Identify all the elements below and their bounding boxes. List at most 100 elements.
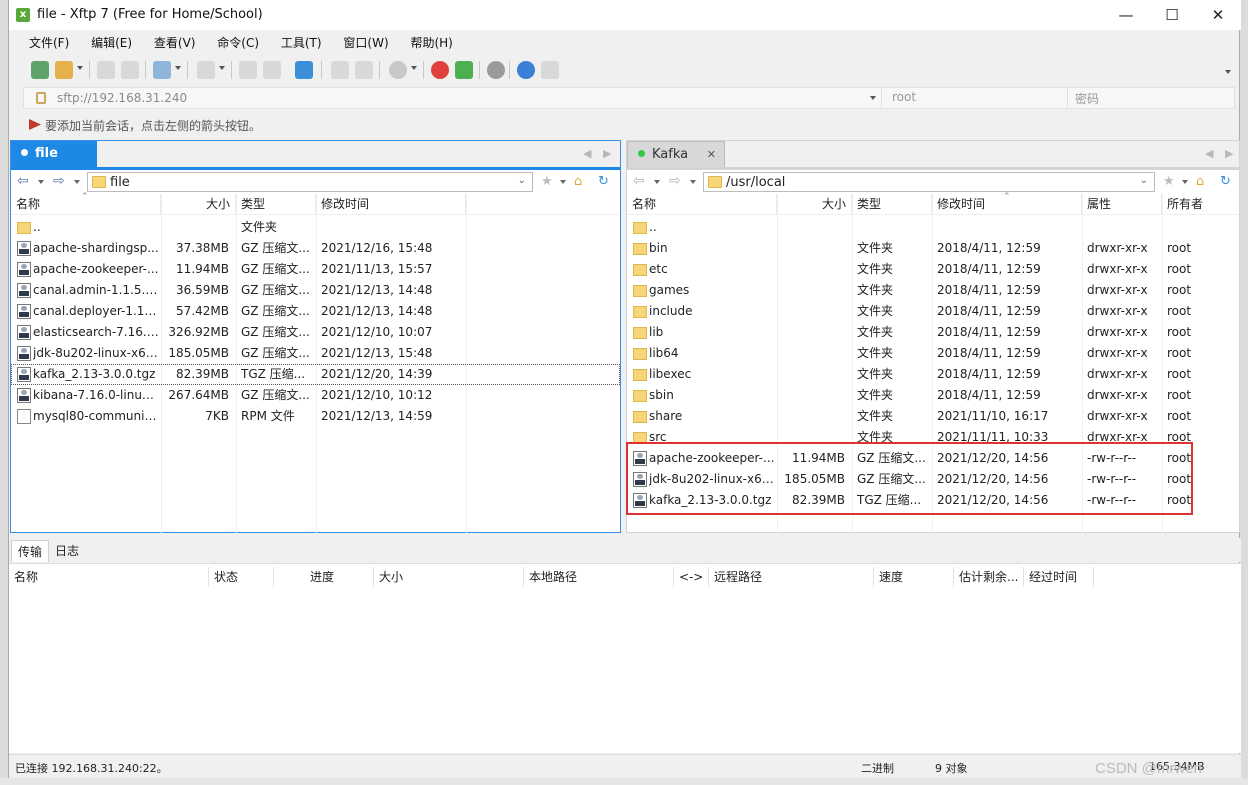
menu-tools[interactable]: 工具(T) <box>275 32 328 54</box>
xftp-icon[interactable] <box>455 61 473 79</box>
forward-arrow-icon[interactable]: ⇨ <box>669 173 681 189</box>
file-row[interactable]: src 文件夹 2021/11/11, 10:33 drwxr-xr-x root <box>627 427 1239 448</box>
xfer-col-progress[interactable]: 进度 <box>274 567 374 587</box>
tab-next-icon[interactable]: ▶ <box>603 147 611 160</box>
xfer-col-status[interactable]: 状态 <box>209 567 274 587</box>
file-row[interactable]: include 文件夹 2018/4/11, 12:59 drwxr-xr-x root <box>627 301 1239 322</box>
chevron-down-icon[interactable]: ⌄ <box>518 175 526 186</box>
remote-nav-bar: ⇦ ⇨ /usr/local ⌄ ★ ⌂ ↻ <box>627 170 1239 194</box>
file-row[interactable]: etc 文件夹 2018/4/11, 12:59 drwxr-xr-x root <box>627 259 1239 280</box>
menu-view[interactable]: 查看(V) <box>148 32 202 54</box>
favorite-star-icon[interactable]: ★ <box>541 174 553 189</box>
disconnect-icon[interactable] <box>121 61 139 79</box>
chevron-down-icon[interactable]: ⌄ <box>1140 175 1148 186</box>
home-folder-icon[interactable]: ⌂ <box>574 174 582 189</box>
xfer-col-remote-path[interactable]: 远程路径 <box>709 567 874 587</box>
file-row[interactable]: apache-zookeeper-... 11.94MB GZ 压缩文... 2021… <box>627 448 1239 469</box>
file-row[interactable]: mysql80-communit... 7KB RPM 文件 2021/12/13, … <box>11 406 620 427</box>
file-row[interactable]: .. <box>627 217 1239 238</box>
address-input[interactable]: sftp://192.168.31.240 <box>57 91 187 105</box>
file-row[interactable]: jdk-8u202-linux-x64... 185.05MB GZ 压缩文... 2… <box>627 469 1239 490</box>
file-row[interactable]: games 文件夹 2018/4/11, 12:59 drwxr-xr-x root <box>627 280 1239 301</box>
menu-file[interactable]: 文件(F) <box>23 32 75 54</box>
xfer-col-local-path[interactable]: 本地路径 <box>524 567 674 587</box>
xfer-col-elapsed[interactable]: 经过时间 <box>1024 567 1094 587</box>
col-owner[interactable]: 所有者 <box>1162 194 1241 215</box>
tab-local-file[interactable]: file <box>11 141 97 167</box>
xfer-col-direction[interactable]: <-> <box>674 567 709 587</box>
menu-help[interactable]: 帮助(H) <box>404 32 458 54</box>
col-name[interactable]: 名称 <box>627 194 777 215</box>
new-tab-icon[interactable] <box>153 61 171 79</box>
address-dropdown-icon[interactable] <box>870 96 876 100</box>
col-modified[interactable]: 修改时间 <box>316 194 466 215</box>
close-button[interactable]: ✕ <box>1195 0 1241 30</box>
new-session-icon[interactable] <box>31 61 49 79</box>
forward-arrow-icon[interactable]: ⇨ <box>53 173 65 189</box>
file-row[interactable]: lib 文件夹 2018/4/11, 12:59 drwxr-xr-x root <box>627 322 1239 343</box>
file-row[interactable]: lib64 文件夹 2018/4/11, 12:59 drwxr-xr-x root <box>627 343 1239 364</box>
sync-arrows-icon[interactable] <box>295 61 313 79</box>
back-arrow-icon[interactable]: ⇦ <box>633 173 645 189</box>
tab-prev-icon[interactable]: ◀ <box>583 147 591 160</box>
col-type[interactable]: 类型 <box>236 194 316 215</box>
file-row[interactable]: apache-shardingsp... 37.38MB GZ 压缩文... 2021… <box>11 238 620 259</box>
tab-prev-icon[interactable]: ◀ <box>1205 147 1213 160</box>
tab-transfers[interactable]: 传输 <box>11 540 50 562</box>
back-arrow-icon[interactable]: ⇦ <box>17 173 29 189</box>
xshell-icon[interactable] <box>431 61 449 79</box>
file-row[interactable]: kibana-7.16.0-linux-... 267.64MB GZ 压缩文...… <box>11 385 620 406</box>
remote-path-input[interactable]: /usr/local ⌄ <box>703 172 1155 192</box>
file-row[interactable]: canal.deployer-1.1.... 57.42MB GZ 压缩文... 20… <box>11 301 620 322</box>
settings-gear-icon[interactable] <box>487 61 505 79</box>
maximize-button[interactable]: ☐ <box>1149 0 1195 30</box>
download-icon[interactable] <box>263 61 281 79</box>
menu-window[interactable]: 窗口(W) <box>337 32 394 54</box>
add-session-arrow-icon[interactable] <box>29 119 41 130</box>
tab-log[interactable]: 日志 <box>49 540 85 562</box>
chat-icon[interactable] <box>541 61 559 79</box>
col-size[interactable]: 大小 <box>777 194 852 215</box>
tab-close-icon[interactable]: ✕ <box>707 142 716 168</box>
xfer-col-speed[interactable]: 速度 <box>874 567 954 587</box>
connect-icon[interactable] <box>97 61 115 79</box>
xfer-col-eta[interactable]: 估计剩余... <box>954 567 1024 587</box>
username-field[interactable]: root <box>881 88 1067 108</box>
file-row[interactable]: jdk-8u202-linux-x64... 185.05MB GZ 压缩文... 2… <box>11 343 620 364</box>
xfer-col-name[interactable]: 名称 <box>9 567 209 587</box>
col-attributes[interactable]: 属性 <box>1082 194 1162 215</box>
file-row[interactable]: bin 文件夹 2018/4/11, 12:59 drwxr-xr-x root <box>627 238 1239 259</box>
menu-edit[interactable]: 编辑(E) <box>85 32 138 54</box>
minimize-button[interactable]: — <box>1103 0 1149 30</box>
file-row[interactable]: sbin 文件夹 2018/4/11, 12:59 drwxr-xr-x root <box>627 385 1239 406</box>
file-row[interactable]: .. 文件夹 <box>11 217 620 238</box>
file-row[interactable]: canal.admin-1.1.5.ta... 36.59MB GZ 压缩文... 2… <box>11 280 620 301</box>
file-row[interactable]: kafka_2.13-3.0.0.tgz 82.39MB TGZ 压缩... 2021… <box>627 490 1239 511</box>
tab-remote-kafka[interactable]: Kafka ✕ <box>627 141 725 167</box>
file-row[interactable]: libexec 文件夹 2018/4/11, 12:59 drwxr-xr-x root <box>627 364 1239 385</box>
upload-icon[interactable] <box>239 61 257 79</box>
record-icon[interactable] <box>389 61 407 79</box>
col-size[interactable]: 大小 <box>161 194 236 215</box>
file-row[interactable]: elasticsearch-7.16.0... 326.92MB GZ 压缩文...… <box>11 322 620 343</box>
help-icon[interactable] <box>517 61 535 79</box>
copy-icon[interactable] <box>331 61 349 79</box>
terminal-icon[interactable] <box>197 61 215 79</box>
col-type[interactable]: 类型 <box>852 194 932 215</box>
refresh-icon[interactable]: ↻ <box>598 174 609 189</box>
transfer-mode[interactable]: 二进制 <box>861 760 894 776</box>
password-field[interactable]: 密码 <box>1067 88 1235 108</box>
file-row[interactable]: kafka_2.13-3.0.0.tgz 82.39MB TGZ 压缩... 2021… <box>11 364 620 385</box>
menu-command[interactable]: 命令(C) <box>211 32 265 54</box>
open-folder-icon[interactable] <box>55 61 73 79</box>
tab-next-icon[interactable]: ▶ <box>1225 147 1233 160</box>
home-folder-icon[interactable]: ⌂ <box>1196 174 1204 189</box>
paste-icon[interactable] <box>355 61 373 79</box>
favorite-star-icon[interactable]: ★ <box>1163 174 1175 189</box>
xfer-col-size[interactable]: 大小 <box>374 567 524 587</box>
local-path-input[interactable]: file ⌄ <box>87 172 533 192</box>
local-tab-strip: file ◀ ▶ <box>11 141 620 170</box>
refresh-icon[interactable]: ↻ <box>1220 174 1231 189</box>
file-row[interactable]: share 文件夹 2021/11/10, 16:17 drwxr-xr-x root <box>627 406 1239 427</box>
file-row[interactable]: apache-zookeeper-... 11.94MB GZ 压缩文... 2021… <box>11 259 620 280</box>
